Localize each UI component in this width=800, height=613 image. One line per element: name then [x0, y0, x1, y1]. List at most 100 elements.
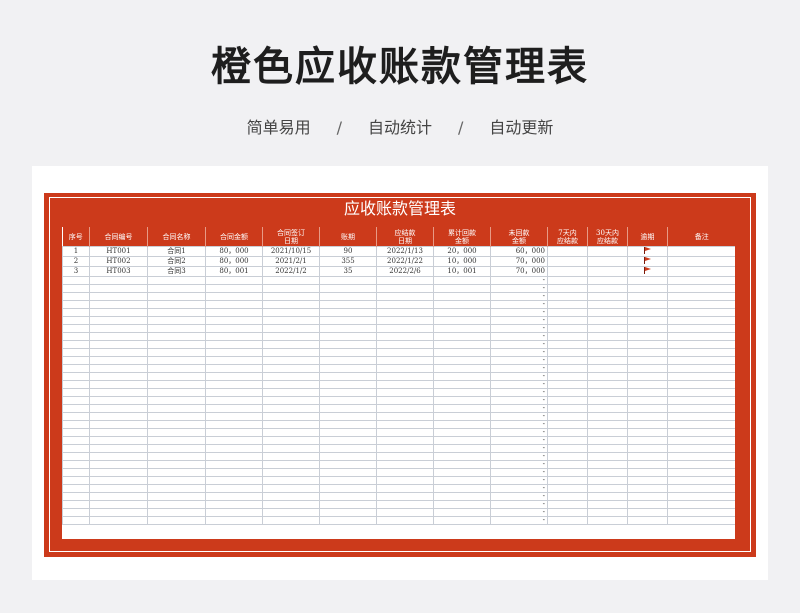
table-cell[interactable]	[62, 412, 90, 421]
table-cell[interactable]	[147, 388, 206, 397]
table-cell[interactable]	[627, 508, 668, 517]
table-cell[interactable]	[319, 300, 377, 309]
table-cell[interactable]: 90	[319, 246, 377, 257]
table-cell[interactable]	[62, 396, 90, 405]
table-cell[interactable]	[376, 508, 434, 517]
table-cell[interactable]	[62, 356, 90, 365]
table-cell[interactable]	[262, 476, 320, 485]
table-cell[interactable]: -	[490, 284, 548, 293]
table-cell[interactable]	[89, 492, 148, 501]
table-cell[interactable]	[547, 516, 588, 525]
table-cell[interactable]	[89, 332, 148, 341]
table-cell[interactable]	[547, 460, 588, 469]
table-cell[interactable]	[319, 436, 377, 445]
table-cell[interactable]: 合同3	[147, 266, 206, 277]
table-cell[interactable]	[433, 364, 491, 373]
table-cell[interactable]	[667, 364, 735, 373]
table-cell[interactable]	[62, 452, 90, 461]
table-cell[interactable]	[667, 256, 735, 267]
table-cell[interactable]	[62, 348, 90, 357]
table-cell[interactable]	[205, 276, 263, 285]
table-cell[interactable]	[205, 500, 263, 509]
table-cell[interactable]	[433, 292, 491, 301]
table-cell[interactable]	[319, 316, 377, 325]
table-cell[interactable]	[205, 300, 263, 309]
table-cell[interactable]: -	[490, 516, 548, 525]
table-cell[interactable]	[62, 300, 90, 309]
table-cell[interactable]	[627, 476, 668, 485]
table-cell[interactable]	[262, 356, 320, 365]
table-cell[interactable]	[262, 332, 320, 341]
table-cell[interactable]	[376, 468, 434, 477]
table-cell[interactable]	[205, 340, 263, 349]
table-cell[interactable]	[262, 412, 320, 421]
table-cell[interactable]	[319, 404, 377, 413]
table-cell[interactable]	[89, 460, 148, 469]
table-cell[interactable]	[205, 380, 263, 389]
table-cell[interactable]	[627, 266, 668, 277]
table-cell[interactable]	[89, 404, 148, 413]
table-cell[interactable]	[433, 484, 491, 493]
table-cell[interactable]	[627, 308, 668, 317]
table-cell[interactable]	[89, 436, 148, 445]
table-cell[interactable]	[262, 300, 320, 309]
table-cell[interactable]	[587, 396, 628, 405]
table-cell[interactable]: 35	[319, 266, 377, 277]
table-cell[interactable]	[62, 284, 90, 293]
table-cell[interactable]	[376, 420, 434, 429]
table-cell[interactable]	[587, 484, 628, 493]
table-cell[interactable]	[627, 292, 668, 301]
table-cell[interactable]	[319, 476, 377, 485]
table-cell[interactable]	[205, 404, 263, 413]
table-cell[interactable]	[627, 356, 668, 365]
table-cell[interactable]	[627, 380, 668, 389]
table-cell[interactable]	[376, 476, 434, 485]
table-cell[interactable]	[376, 500, 434, 509]
table-cell[interactable]: 合同2	[147, 256, 206, 267]
table-cell[interactable]	[587, 388, 628, 397]
table-cell[interactable]	[547, 412, 588, 421]
table-cell[interactable]	[547, 380, 588, 389]
table-cell[interactable]	[205, 364, 263, 373]
table-cell[interactable]	[433, 500, 491, 509]
table-cell[interactable]	[205, 484, 263, 493]
table-cell[interactable]	[262, 396, 320, 405]
table-cell[interactable]: -	[490, 436, 548, 445]
table-cell[interactable]	[89, 324, 148, 333]
table-cell[interactable]	[547, 436, 588, 445]
table-cell[interactable]	[147, 412, 206, 421]
table-cell[interactable]	[62, 316, 90, 325]
table-cell[interactable]: 80，000	[205, 246, 263, 257]
table-cell[interactable]	[319, 428, 377, 437]
table-cell[interactable]	[587, 452, 628, 461]
table-cell[interactable]	[262, 380, 320, 389]
table-cell[interactable]	[205, 316, 263, 325]
table-cell[interactable]	[627, 372, 668, 381]
table-cell[interactable]	[627, 444, 668, 453]
table-cell[interactable]	[89, 476, 148, 485]
table-cell[interactable]	[89, 420, 148, 429]
table-cell[interactable]	[587, 332, 628, 341]
table-cell[interactable]: 2	[62, 256, 90, 267]
table-cell[interactable]	[547, 444, 588, 453]
table-cell[interactable]	[376, 428, 434, 437]
table-cell[interactable]	[547, 388, 588, 397]
table-cell[interactable]	[667, 492, 735, 501]
table-cell[interactable]	[319, 372, 377, 381]
table-cell[interactable]	[667, 452, 735, 461]
table-cell[interactable]: 70，000	[490, 266, 548, 277]
table-cell[interactable]	[262, 276, 320, 285]
table-cell[interactable]	[205, 508, 263, 517]
table-cell[interactable]	[147, 372, 206, 381]
table-cell[interactable]	[667, 484, 735, 493]
table-cell[interactable]: 2021/2/1	[262, 256, 320, 267]
table-cell[interactable]	[627, 276, 668, 285]
table-cell[interactable]	[262, 436, 320, 445]
table-cell[interactable]	[627, 412, 668, 421]
table-cell[interactable]	[62, 388, 90, 397]
table-cell[interactable]	[147, 468, 206, 477]
table-cell[interactable]	[262, 468, 320, 477]
table-cell[interactable]	[62, 372, 90, 381]
table-cell[interactable]	[433, 372, 491, 381]
table-cell[interactable]	[147, 444, 206, 453]
